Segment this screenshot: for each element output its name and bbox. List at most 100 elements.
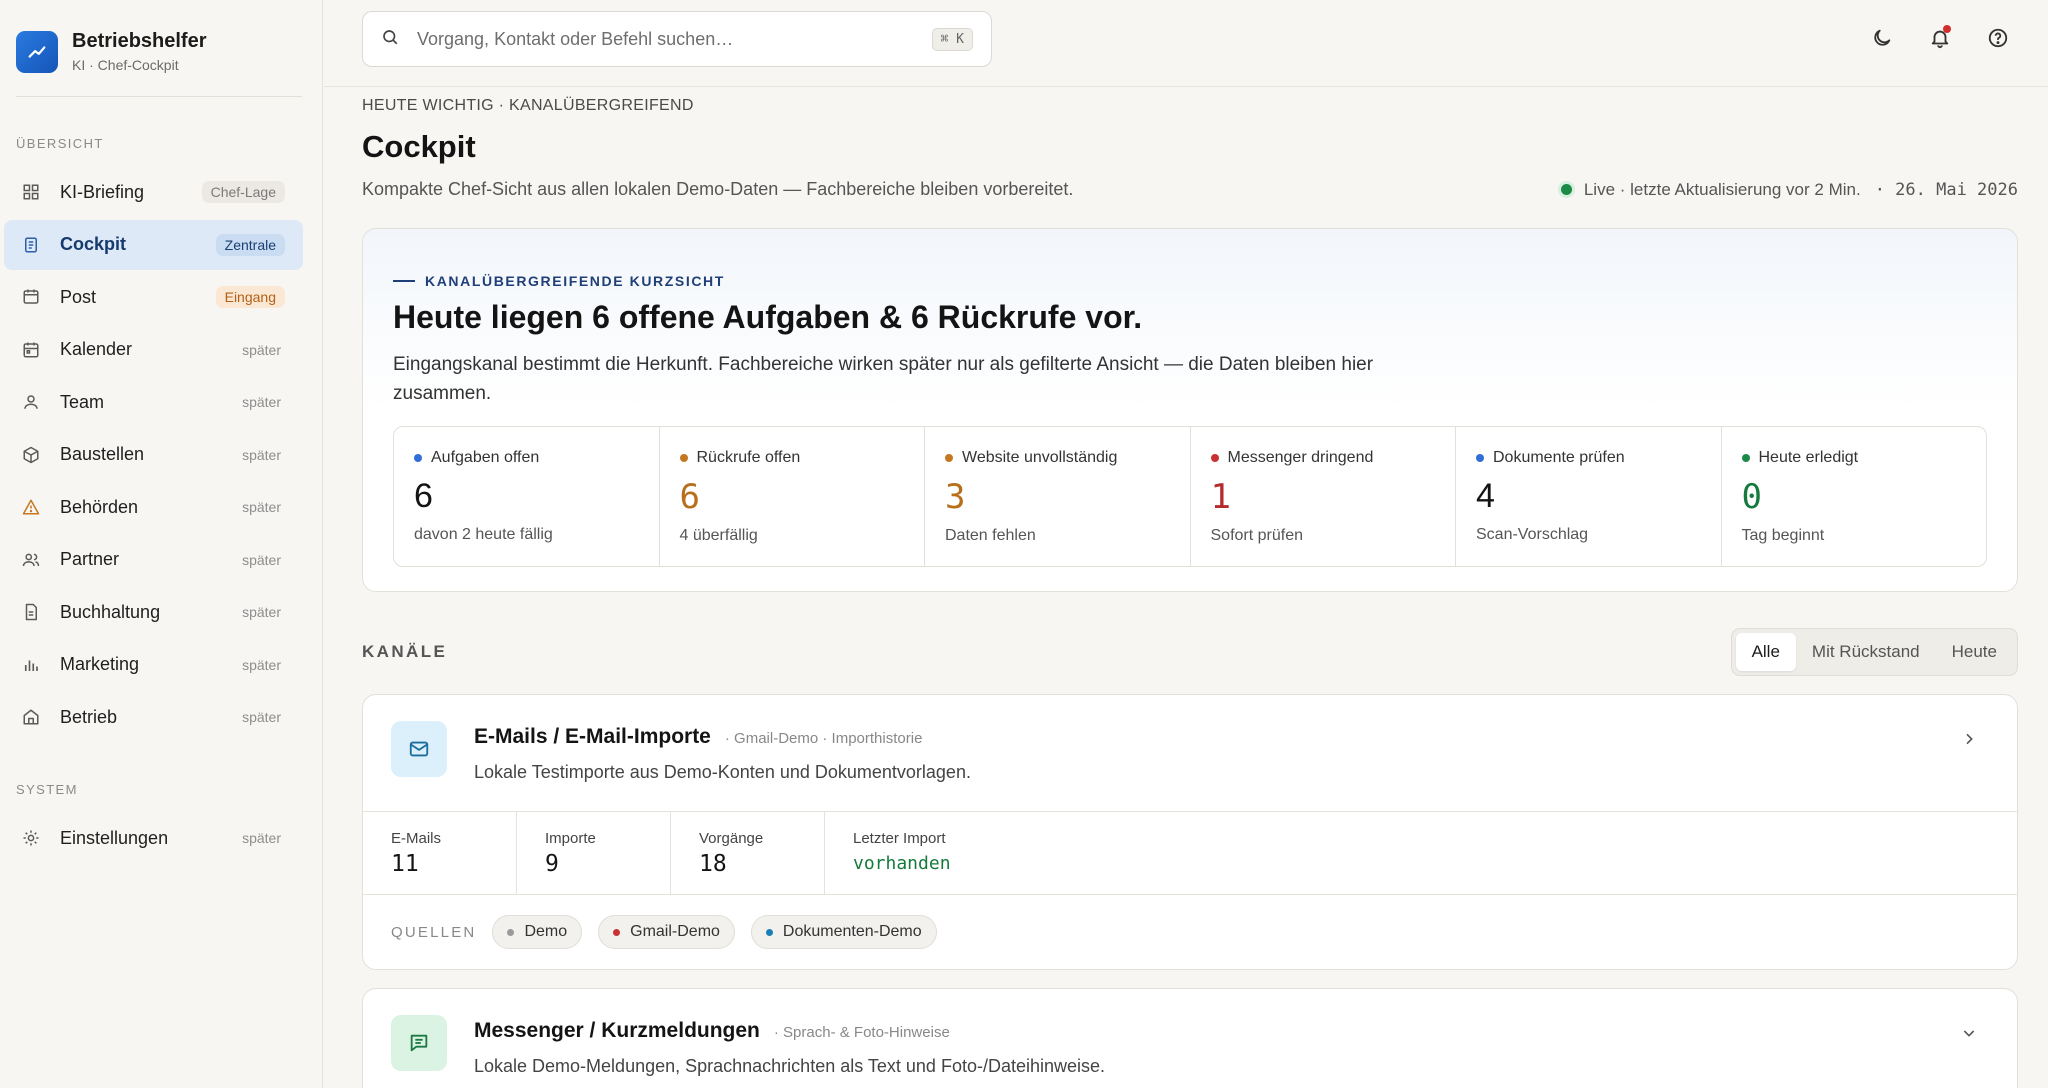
filter-all[interactable]: Alle bbox=[1735, 633, 1796, 671]
channels-title: KANÄLE bbox=[362, 642, 448, 661]
sidebar-badge: später bbox=[242, 551, 281, 568]
sidebar-item-ki-briefing[interactable]: KI-Briefing Chef-Lage bbox=[4, 167, 303, 217]
filter-backlog[interactable]: Mit Rückstand bbox=[1796, 633, 1936, 671]
bell-icon[interactable] bbox=[1926, 24, 1954, 52]
sidebar-item-einstellungen[interactable]: Einstellungen später bbox=[4, 813, 303, 863]
channel-card-header[interactable]: E-Mails / E-Mail-Importe · Gmail-Demo · … bbox=[363, 695, 2017, 811]
receipt-icon bbox=[20, 601, 42, 623]
hero-title: Heute liegen 6 offene Aufgaben & 6 Rückr… bbox=[393, 299, 1143, 335]
stat-tile[interactable]: Messenger dringend 1 Sofort prüfen bbox=[1191, 427, 1456, 566]
topbar: ⌘ K bbox=[324, 0, 2048, 87]
sidebar-item-label: KI-Briefing bbox=[60, 181, 145, 202]
building-icon bbox=[20, 706, 42, 728]
box-icon bbox=[20, 444, 42, 466]
brand[interactable]: Betriebshelfer KI · Chef-Cockpit bbox=[16, 30, 207, 73]
sidebar-item-baustellen[interactable]: Baustellen später bbox=[4, 430, 303, 480]
chevron-right-icon[interactable] bbox=[1961, 731, 1977, 752]
stat-value: 0 bbox=[1741, 477, 1762, 517]
metric-value: 18 bbox=[699, 851, 727, 877]
filter-today[interactable]: Heute bbox=[1936, 633, 2013, 671]
stat-label: Website unvollständig bbox=[945, 449, 1170, 467]
stat-label-text: Messenger dringend bbox=[1227, 449, 1374, 466]
stat-tile[interactable]: Aufgaben offen 6 davon 2 heute fällig bbox=[394, 427, 660, 566]
metric-label: E-Mails bbox=[391, 830, 442, 847]
channel-description: Lokale Testimporte aus Demo-Konten und D… bbox=[474, 762, 971, 782]
sidebar-item-cockpit[interactable]: Cockpit Zentrale bbox=[4, 219, 303, 270]
shortcut-hint: ⌘ K bbox=[931, 27, 973, 51]
sidebar-item-team[interactable]: Team später bbox=[4, 377, 303, 427]
stat-label-text: Heute erledigt bbox=[1758, 449, 1859, 466]
channel-meta: · Sprach- & Foto-Hinweise bbox=[773, 1024, 950, 1041]
stats-grid: Aufgaben offen 6 davon 2 heute fällig Rückr… bbox=[393, 426, 1987, 567]
hero-eyebrow-text: KANALÜBERGREIFENDE KURZSICHT bbox=[425, 273, 725, 289]
sidebar-item-label: Team bbox=[60, 391, 105, 412]
chip-label: Dokumenten-Demo bbox=[782, 923, 922, 940]
page-eyebrow: HEUTE WICHTIG · KANALÜBERGREIFEND bbox=[362, 97, 694, 114]
stat-value: 6 bbox=[414, 477, 433, 515]
channel-meta: · Gmail-Demo · Importhistorie bbox=[724, 730, 923, 747]
stat-dot bbox=[1476, 454, 1484, 462]
search-box[interactable]: ⌘ K bbox=[362, 11, 992, 67]
stat-dot bbox=[1210, 454, 1219, 462]
search-input[interactable] bbox=[417, 28, 932, 50]
channel-metrics: E-Mails 11 Importe 9 Vorgänge 18 Letzter… bbox=[363, 811, 2017, 895]
sidebar-item-post[interactable]: Post Eingang bbox=[4, 272, 303, 322]
channel-card-email: E-Mails / E-Mail-Importe · Gmail-Demo · … bbox=[362, 694, 2018, 970]
channel-card-messenger: Messenger / Kurzmeldungen · Sprach- & Fo… bbox=[362, 988, 2018, 1088]
stat-label-text: Rückrufe offen bbox=[696, 449, 801, 466]
sidebar-item-label: Betrieb bbox=[60, 706, 118, 727]
chip-dot bbox=[613, 928, 621, 936]
section-label-system: SYSTEM bbox=[16, 782, 78, 797]
stat-label: Rückrufe offen bbox=[679, 449, 905, 467]
sidebar-badge: später bbox=[242, 394, 281, 410]
moon-icon[interactable] bbox=[1868, 24, 1896, 52]
channel-title: E-Mails / E-Mail-Importe bbox=[474, 725, 711, 748]
live-dot bbox=[1560, 184, 1572, 195]
gear-icon bbox=[20, 827, 42, 849]
sidebar-item-label: Buchhaltung bbox=[60, 601, 161, 622]
sidebar-item-buchhaltung[interactable]: Buchhaltung später bbox=[4, 587, 303, 637]
calendar-icon bbox=[20, 339, 42, 361]
chevron-down-icon[interactable] bbox=[1961, 1025, 1977, 1046]
sidebar-item-marketing[interactable]: Marketing später bbox=[4, 640, 303, 690]
live-text: Live · letzte Aktualisierung vor 2 Min. bbox=[1583, 179, 1861, 199]
sidebar-item-label: Baustellen bbox=[60, 444, 145, 464]
sidebar-badge: später bbox=[242, 341, 281, 358]
metric-label: Vorgänge bbox=[699, 830, 764, 847]
current-date: · 26. Mai 2026 bbox=[1874, 179, 2018, 200]
warning-icon bbox=[20, 496, 42, 518]
user-icon bbox=[20, 391, 42, 413]
channel-card-header[interactable]: Messenger / Kurzmeldungen · Sprach- & Fo… bbox=[363, 989, 2017, 1088]
eyebrow-line bbox=[393, 280, 415, 282]
stat-label: Dokumente prüfen bbox=[1476, 449, 1701, 467]
sidebar-badge: später bbox=[242, 604, 281, 620]
stat-tile[interactable]: Dokumente prüfen 4 Scan-Vorschlag bbox=[1456, 427, 1722, 566]
mail-icon bbox=[391, 721, 447, 777]
sidebar-badge: später bbox=[242, 446, 281, 463]
stat-label: Heute erledigt bbox=[1741, 449, 1967, 467]
channel-description: Lokale Demo-Meldungen, Sprachnachrichten… bbox=[474, 1056, 1106, 1076]
sidebar-item-behoerden[interactable]: Behörden später bbox=[4, 482, 303, 532]
source-chip-gmail-demo[interactable]: Gmail-Demo bbox=[598, 915, 735, 949]
chip-dot bbox=[765, 928, 773, 936]
stat-tile[interactable]: Rückrufe offen 6 4 überfällig bbox=[660, 427, 925, 566]
sidebar-item-betrieb[interactable]: Betrieb später bbox=[4, 692, 303, 742]
source-chip-demo[interactable]: Demo bbox=[492, 915, 583, 949]
source-chip-documents-demo[interactable]: Dokumenten-Demo bbox=[750, 915, 937, 949]
stat-dot bbox=[1741, 454, 1750, 462]
stat-subtext: Scan-Vorschlag bbox=[1476, 526, 1589, 543]
help-icon[interactable] bbox=[1984, 24, 2012, 52]
stat-tile[interactable]: Website unvollständig 3 Daten fehlen bbox=[925, 427, 1191, 566]
metric-imports: Importe 9 bbox=[517, 812, 671, 894]
main-content: HEUTE WICHTIG · KANALÜBERGREIFEND Cockpi… bbox=[362, 87, 2018, 1088]
sidebar-item-partner[interactable]: Partner später bbox=[4, 535, 303, 585]
sidebar-item-label: Marketing bbox=[60, 654, 140, 674]
inbox-icon bbox=[20, 286, 42, 308]
chip-label: Gmail-Demo bbox=[630, 923, 720, 940]
stat-tile[interactable]: Heute erledigt 0 Tag beginnt bbox=[1722, 427, 1987, 566]
channel-filter: Alle Mit Rückstand Heute bbox=[1730, 628, 2018, 676]
sidebar-item-kalender[interactable]: Kalender später bbox=[4, 325, 303, 375]
metric-emails: E-Mails 11 bbox=[363, 812, 517, 894]
sidebar-item-label: Einstellungen bbox=[60, 827, 169, 848]
metric-cases: Vorgänge 18 bbox=[671, 812, 825, 894]
